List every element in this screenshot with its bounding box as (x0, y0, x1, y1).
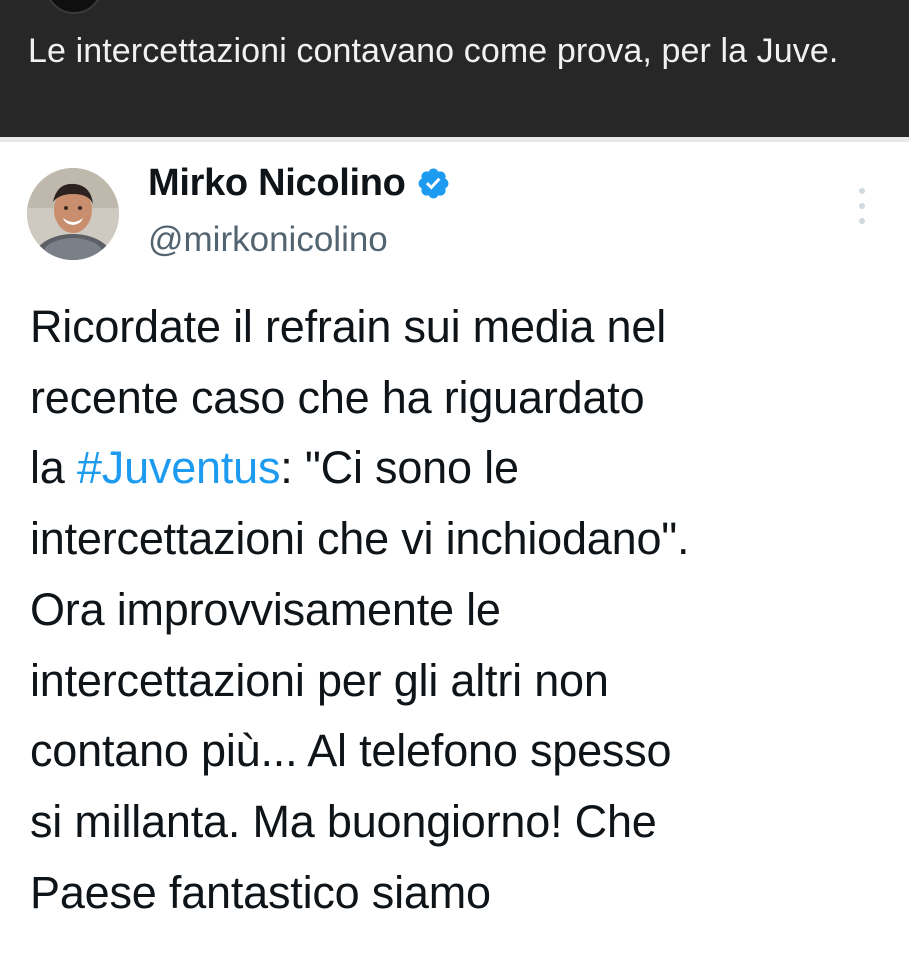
tweet-body: Ricordate il refrain sui media nel recen… (30, 292, 890, 928)
tweet-line: Ora improvvisamente le (30, 583, 501, 635)
tweet-line: intercettazioni che vi inchiodano". (30, 513, 690, 565)
tweet-line: Paese fantastico siamo (30, 866, 491, 918)
author-display-name[interactable]: Mirko Nicolino (148, 162, 406, 205)
more-dot (859, 203, 865, 209)
embedded-tweet[interactable]: Mirko Nicolino @mirkonicolino Ricordate … (0, 142, 909, 960)
author-avatar[interactable] (27, 168, 119, 260)
tweet-text-fragment: la (30, 442, 77, 494)
more-dot (859, 188, 865, 194)
screenshot-page: Le intercettazioni contavano come prova,… (0, 0, 909, 960)
verified-badge-icon (416, 166, 451, 201)
tweet-line: intercettazioni per gli altri non (30, 654, 609, 706)
author-handle[interactable]: @mirkonicolino (148, 220, 388, 260)
caption-avatar (45, 0, 103, 14)
tweet-line: contano più... Al telefono spesso (30, 725, 672, 777)
tweet-line: si millanta. Ma buongiorno! Che (30, 795, 657, 847)
tweet-text-fragment: : "Ci sono le (280, 442, 519, 494)
tweet-line: la #Juventus: "Ci sono le (30, 433, 890, 504)
tweet-line: Ricordate il refrain sui media nel (30, 301, 666, 352)
author-name-row: Mirko Nicolino (148, 162, 451, 205)
hashtag-juventus-link[interactable]: #Juventus (77, 442, 281, 493)
post-caption-bar: Le intercettazioni contavano come prova,… (0, 0, 909, 137)
tweet-line: recente caso che ha riguardato (30, 371, 645, 423)
more-dot (859, 218, 865, 224)
more-options-icon[interactable] (851, 188, 873, 224)
avatar-photo-icon (27, 168, 119, 260)
post-caption-text: Le intercettazioni contavano come prova,… (28, 32, 839, 70)
